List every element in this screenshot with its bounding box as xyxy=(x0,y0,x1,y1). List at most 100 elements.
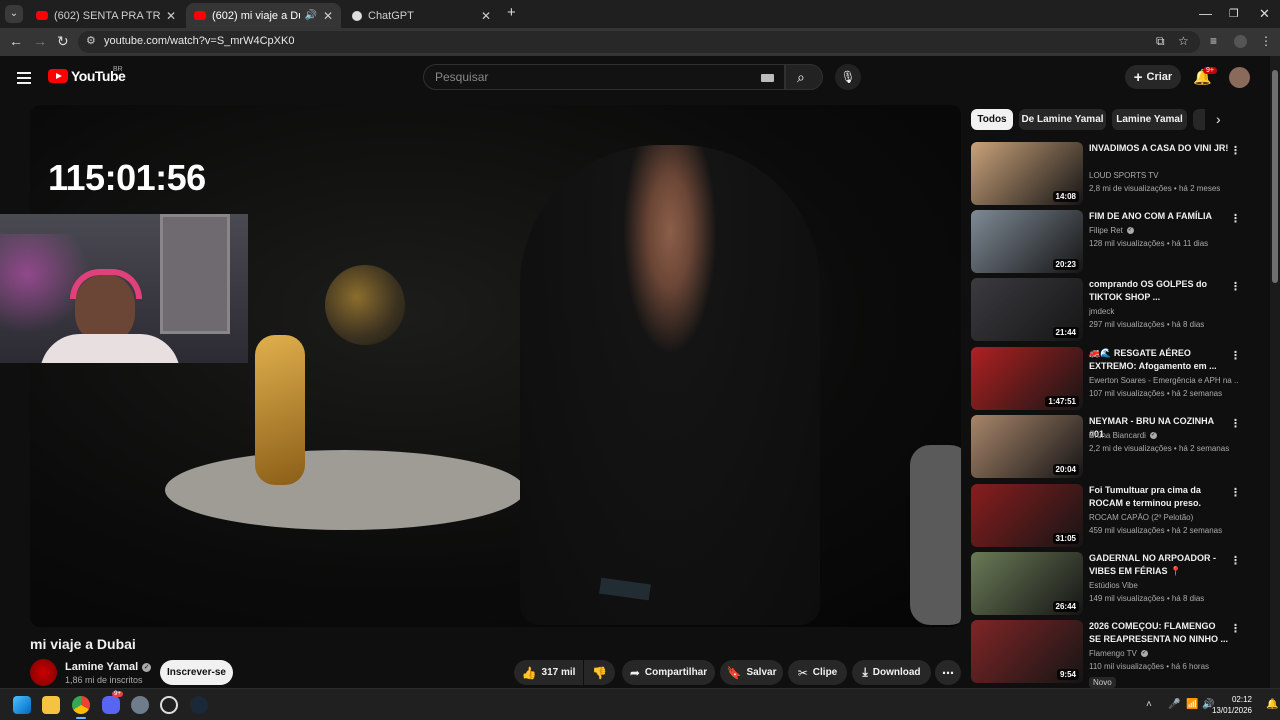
clock-app-icon[interactable] xyxy=(160,696,178,714)
taskbar-clock[interactable]: 02:12 13/01/2026 xyxy=(1212,694,1252,716)
suggestion-channel-row[interactable]: Filipe Ret ✓ xyxy=(1089,226,1239,235)
more-options-icon[interactable]: ⋮ xyxy=(1230,554,1241,567)
chip-lamine-yamal[interactable]: Lamine Yamal xyxy=(1112,109,1187,130)
suggestion-channel[interactable]: Bruna Biancardi xyxy=(1089,431,1146,440)
suggestion-channel[interactable]: jmdeck xyxy=(1089,307,1114,316)
microphone-tray-icon[interactable]: 🎤 xyxy=(1168,699,1180,710)
share-button[interactable]: ➦ Compartilhar xyxy=(622,660,715,685)
suggestion-channel[interactable]: Filipe Ret xyxy=(1089,226,1123,235)
tab-chatgpt[interactable]: ChatGPT ✕ xyxy=(344,3,499,28)
more-options-icon[interactable]: ⋮ xyxy=(1230,280,1241,293)
new-tab-button[interactable]: + xyxy=(507,4,516,21)
more-options-icon[interactable]: ⋮ xyxy=(1230,349,1241,362)
windows-start-icon[interactable] xyxy=(13,696,31,714)
chip-de-lamine-yamal[interactable]: De Lamine Yamal xyxy=(1019,109,1106,130)
back-icon[interactable]: ← xyxy=(9,33,23,49)
channel-name[interactable]: Lamine Yamal xyxy=(65,661,138,673)
close-tab-icon[interactable]: ✕ xyxy=(481,9,491,23)
search-input[interactable]: Pesquisar xyxy=(423,64,785,90)
menu-icon[interactable] xyxy=(17,72,31,87)
more-options-icon[interactable]: ⋮ xyxy=(1230,144,1241,157)
chip-partial[interactable] xyxy=(1193,109,1205,130)
suggestion-thumbnail[interactable]: 20:23 xyxy=(971,210,1083,273)
channel-avatar[interactable] xyxy=(30,659,57,686)
suggestion-channel-row[interactable]: ROCAM CAPÃO (2º Pelotão) xyxy=(1089,513,1239,522)
settings-gear-icon[interactable] xyxy=(131,696,149,714)
suggestion-item[interactable]: 20:04 NEYMAR - BRU NA COZINHA #01 Bruna Bi… xyxy=(971,415,1261,479)
subscribe-button[interactable]: Inscrever-se xyxy=(160,660,233,685)
video-player[interactable]: 115:01:56 xyxy=(30,105,961,627)
suggestion-thumbnail[interactable]: 21:44 xyxy=(971,278,1083,341)
suggestion-title[interactable]: FIM DE ANO COM A FAMÍLIA xyxy=(1089,210,1229,223)
voice-search-button[interactable]: 🎙 xyxy=(835,64,861,90)
suggestion-title[interactable]: 2026 COMEÇOU: FLAMENGO SE REAPRESENTA NO… xyxy=(1089,620,1229,646)
tab-senta[interactable]: (602) SENTA PRA TRAFICANTE ✕ xyxy=(28,3,184,28)
suggestion-item[interactable]: 14:08 INVADIMOS A CASA DO VINI JR! LOUD SP… xyxy=(971,142,1261,206)
suggestion-channel-row[interactable]: Ewerton Soares - Emergência e APH na ... xyxy=(1089,376,1239,385)
discord-icon[interactable]: 9+ xyxy=(102,691,123,714)
suggestion-thumbnail[interactable]: 26:44 xyxy=(971,552,1083,615)
suggestion-channel-row[interactable]: Bruna Biancardi ✓ xyxy=(1089,431,1239,440)
tab-mi-viaje[interactable]: (602) mi viaje a Dubai - You 🔊 ✕ xyxy=(186,3,341,28)
chip-todos[interactable]: Todos xyxy=(971,109,1013,130)
notification-center-icon[interactable]: 🔔 xyxy=(1266,699,1278,710)
media-controls-icon[interactable]: ≡ xyxy=(1210,34,1217,48)
suggestion-channel-row[interactable]: Flamengo TV ✓ xyxy=(1089,649,1239,658)
minimize-icon[interactable]: — xyxy=(1199,6,1212,21)
suggestion-channel-row[interactable]: LOUD SPORTS TV xyxy=(1089,171,1239,180)
suggestion-title[interactable]: Foi Tumultuar pra cima da ROCAM e termin… xyxy=(1089,484,1229,510)
suggestion-item[interactable]: 31:05 Foi Tumultuar pra cima da ROCAM e t… xyxy=(971,484,1261,548)
suggestion-channel[interactable]: ROCAM CAPÃO (2º Pelotão) xyxy=(1089,513,1193,522)
more-options-icon[interactable]: ⋮ xyxy=(1230,417,1241,430)
save-button[interactable]: 🔖 Salvar xyxy=(720,660,783,685)
more-options-icon[interactable]: ⋮ xyxy=(1230,486,1241,499)
suggestion-channel[interactable]: Estúdios Vibe xyxy=(1089,581,1138,590)
site-info-icon[interactable]: ⚙ xyxy=(86,34,96,47)
suggestion-item[interactable]: 1:47:51 🚒🌊 RESGATE AÉREO EXTREMO: Afogame… xyxy=(971,347,1261,411)
suggestion-item[interactable]: 9:54 2026 COMEÇOU: FLAMENGO SE REAPRESENT… xyxy=(971,620,1261,684)
chevron-right-icon[interactable]: › xyxy=(1216,111,1221,127)
browser-menu-icon[interactable]: ⋮ xyxy=(1260,34,1272,48)
suggestion-thumbnail[interactable]: 20:04 xyxy=(971,415,1083,478)
tab-search-button[interactable]: ⌄ xyxy=(5,5,23,23)
forward-icon[interactable]: → xyxy=(33,33,47,49)
youtube-logo-icon[interactable] xyxy=(48,69,68,83)
profile-avatar-icon[interactable] xyxy=(1234,35,1247,48)
close-tab-icon[interactable]: ✕ xyxy=(323,9,333,23)
suggestion-channel-row[interactable]: jmdeck xyxy=(1089,307,1239,316)
tray-chevron-up-icon[interactable]: ˄ xyxy=(1146,699,1152,710)
dislike-button[interactable]: 👎 xyxy=(584,660,615,685)
avatar[interactable] xyxy=(1229,67,1250,88)
suggestion-thumbnail[interactable]: 9:54 xyxy=(971,620,1083,683)
more-options-icon[interactable]: ⋮ xyxy=(1230,212,1241,225)
suggestion-item[interactable]: 20:23 FIM DE ANO COM A FAMÍLIA Filipe Ret ✓… xyxy=(971,210,1261,274)
suggestion-thumbnail[interactable]: 31:05 xyxy=(971,484,1083,547)
suggestion-thumbnail[interactable]: 1:47:51 xyxy=(971,347,1083,410)
wifi-icon[interactable]: 📶 xyxy=(1186,699,1198,710)
suggestion-title[interactable]: INVADIMOS A CASA DO VINI JR! xyxy=(1089,142,1229,155)
speaker-icon[interactable]: 🔊 xyxy=(304,10,316,21)
download-button[interactable]: ⤓ Download xyxy=(852,660,931,685)
chrome-icon[interactable] xyxy=(72,696,90,719)
suggestion-title[interactable]: comprando OS GOLPES do TIKTOK SHOP ... xyxy=(1089,278,1229,304)
channel-name-row[interactable]: Lamine Yamal ✓ xyxy=(65,661,152,673)
suggestion-item[interactable]: 21:44 comprando OS GOLPES do TIKTOK SHOP … xyxy=(971,278,1261,342)
suggestion-title[interactable]: 🚒🌊 RESGATE AÉREO EXTREMO: Afogamento em … xyxy=(1089,347,1229,373)
search-button[interactable]: ⌕ xyxy=(785,64,823,90)
keyboard-icon[interactable] xyxy=(761,74,774,82)
steam-icon[interactable] xyxy=(190,696,208,714)
url-text[interactable]: youtube.com/watch?v=S_mrW4CpXK0 xyxy=(104,35,294,47)
bookmark-star-icon[interactable]: ☆ xyxy=(1178,34,1189,48)
suggestion-channel-row[interactable]: Estúdios Vibe xyxy=(1089,581,1239,590)
scrollbar-thumb[interactable] xyxy=(1272,70,1278,283)
close-tab-icon[interactable]: ✕ xyxy=(166,9,176,23)
suggestion-channel[interactable]: Flamengo TV xyxy=(1089,649,1137,658)
suggestion-channel[interactable]: LOUD SPORTS TV xyxy=(1089,171,1159,180)
suggestion-channel[interactable]: Ewerton Soares - Emergência e APH na ... xyxy=(1089,376,1239,385)
create-button[interactable]: + Criar xyxy=(1125,65,1181,89)
reload-icon[interactable]: ↻ xyxy=(57,33,69,50)
window-close-icon[interactable]: ✕ xyxy=(1259,6,1270,22)
suggestion-item[interactable]: 26:44 GADERNAL NO ARPOADOR - VIBES EM FÉR… xyxy=(971,552,1261,616)
suggestion-thumbnail[interactable]: 14:08 xyxy=(971,142,1083,205)
address-bar[interactable]: ⚙ youtube.com/watch?v=S_mrW4CpXK0 ⧉ ☆ xyxy=(78,31,1200,53)
